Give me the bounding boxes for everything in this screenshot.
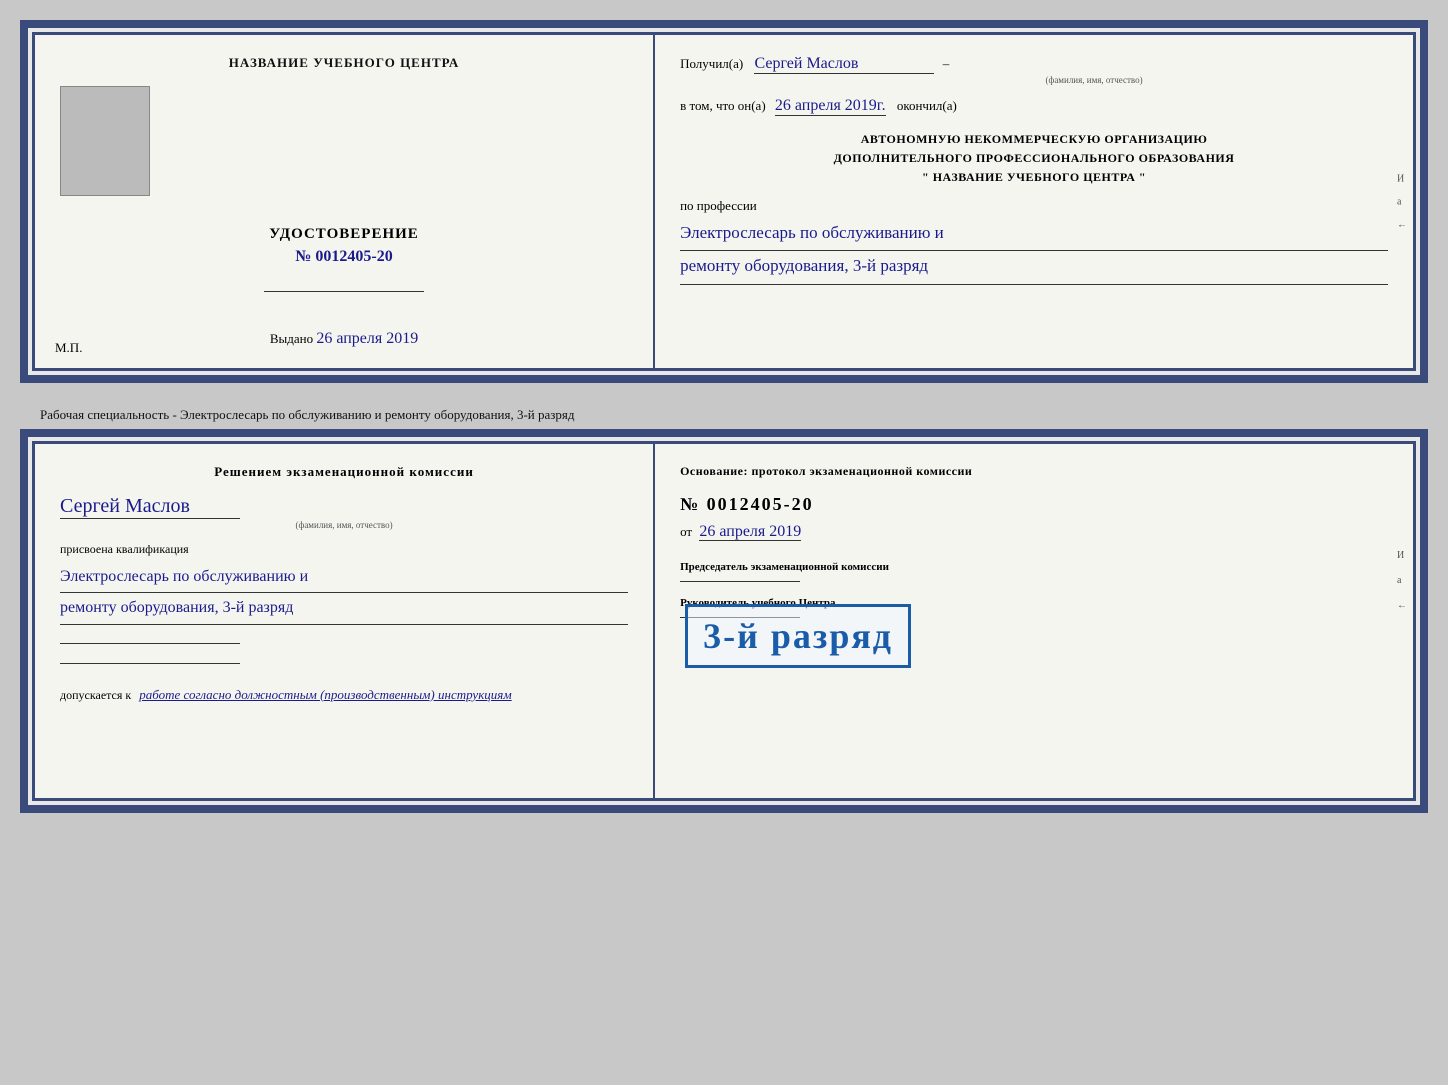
mp-label: М.П. [55,340,82,356]
prisvoena-label: присвоена квалификация [60,542,628,557]
qual-line1: Электрослесарь по обслуживанию и [60,562,628,593]
from-date: от 26 апреля 2019 [680,523,1388,541]
certified-org-block: АВТОНОМНУЮ НЕКОММЕРЧЕСКУЮ ОРГАНИЗАЦИЮ ДО… [680,130,1388,188]
top-cert-left: НАЗВАНИЕ УЧЕБНОГО ЦЕНТРА УДОСТОВЕРЕНИЕ №… [35,35,655,368]
stamp-text: 3-й разряд [703,615,893,657]
stamp-box: 3-й разряд [685,604,911,668]
right-side-marks: И а ← [1397,550,1407,611]
sig-line-1 [60,643,240,644]
admit-text: работе согласно должностным (производств… [139,687,511,702]
udostoverenie-label: УДОСТОВЕРЕНИЕ [269,226,419,243]
received-line: Получил(а) Сергей Маслов – (фамилия, имя… [680,55,1388,85]
vtom-line: в том, что он(а) 26 апреля 2019г. окончи… [680,97,1388,115]
bottom-certificate-section: Решением экзаменационной комиссии Сергей… [20,429,1428,813]
training-center-title: НАЗВАНИЕ УЧЕБНОГО ЦЕНТРА [229,55,460,71]
bottom-cert-left: Решением экзаменационной комиссии Сергей… [35,444,655,798]
issue-date: Выдано 26 апреля 2019 [270,330,418,348]
vtom-date: 26 апреля 2019г. [775,97,886,116]
profession-line1: Электрослесарь по обслуживанию и [680,218,1388,252]
chairman-sig-line [680,581,800,582]
top-certificate-section: НАЗВАНИЕ УЧЕБНОГО ЦЕНТРА УДОСТОВЕРЕНИЕ №… [20,20,1428,383]
bottom-certificate-outer: Решением экзаменационной комиссии Сергей… [20,429,1428,813]
osnov-label: Основание: протокол экзаменационной коми… [680,464,1388,479]
po-professii: по профессии [680,198,1388,214]
side-marks-right: И а ← [1397,173,1407,230]
signature-line-1 [264,291,424,292]
top-certificate-inner: НАЗВАНИЕ УЧЕБНОГО ЦЕНТРА УДОСТОВЕРЕНИЕ №… [32,32,1416,371]
signature-lines-left [60,635,628,672]
chairman-label: Председатель экзаменационной комиссии [680,561,1388,573]
photo-area [60,86,150,196]
sig-line-2 [60,663,240,664]
decision-title: Решением экзаменационной комиссии [60,464,628,480]
person-name: Сергей Маслов [60,495,240,519]
top-certificate-outer: НАЗВАНИЕ УЧЕБНОГО ЦЕНТРА УДОСТОВЕРЕНИЕ №… [20,20,1428,383]
ot-date: 26 апреля 2019 [699,523,801,541]
recipient-name: Сергей Маслов [754,55,934,74]
bottom-cert-right: Основание: протокол экзаменационной коми… [655,444,1413,798]
bottom-certificate-inner: Решением экзаменационной комиссии Сергей… [32,441,1416,801]
profession-line2: ремонту оборудования, 3-й разряд [680,251,1388,285]
certificate-number: № 0012405-20 [295,248,392,266]
separator-text: Рабочая специальность - Электрослесарь п… [20,401,1428,429]
protocol-number: № 0012405-20 [680,494,1388,515]
admit-line: допускается к работе согласно должностны… [60,687,628,703]
qual-line2: ремонту оборудования, 3-й разряд [60,593,628,624]
top-cert-right: Получил(а) Сергей Маслов – (фамилия, имя… [655,35,1413,368]
name-block: Сергей Маслов (фамилия, имя, отчество) [60,495,628,530]
